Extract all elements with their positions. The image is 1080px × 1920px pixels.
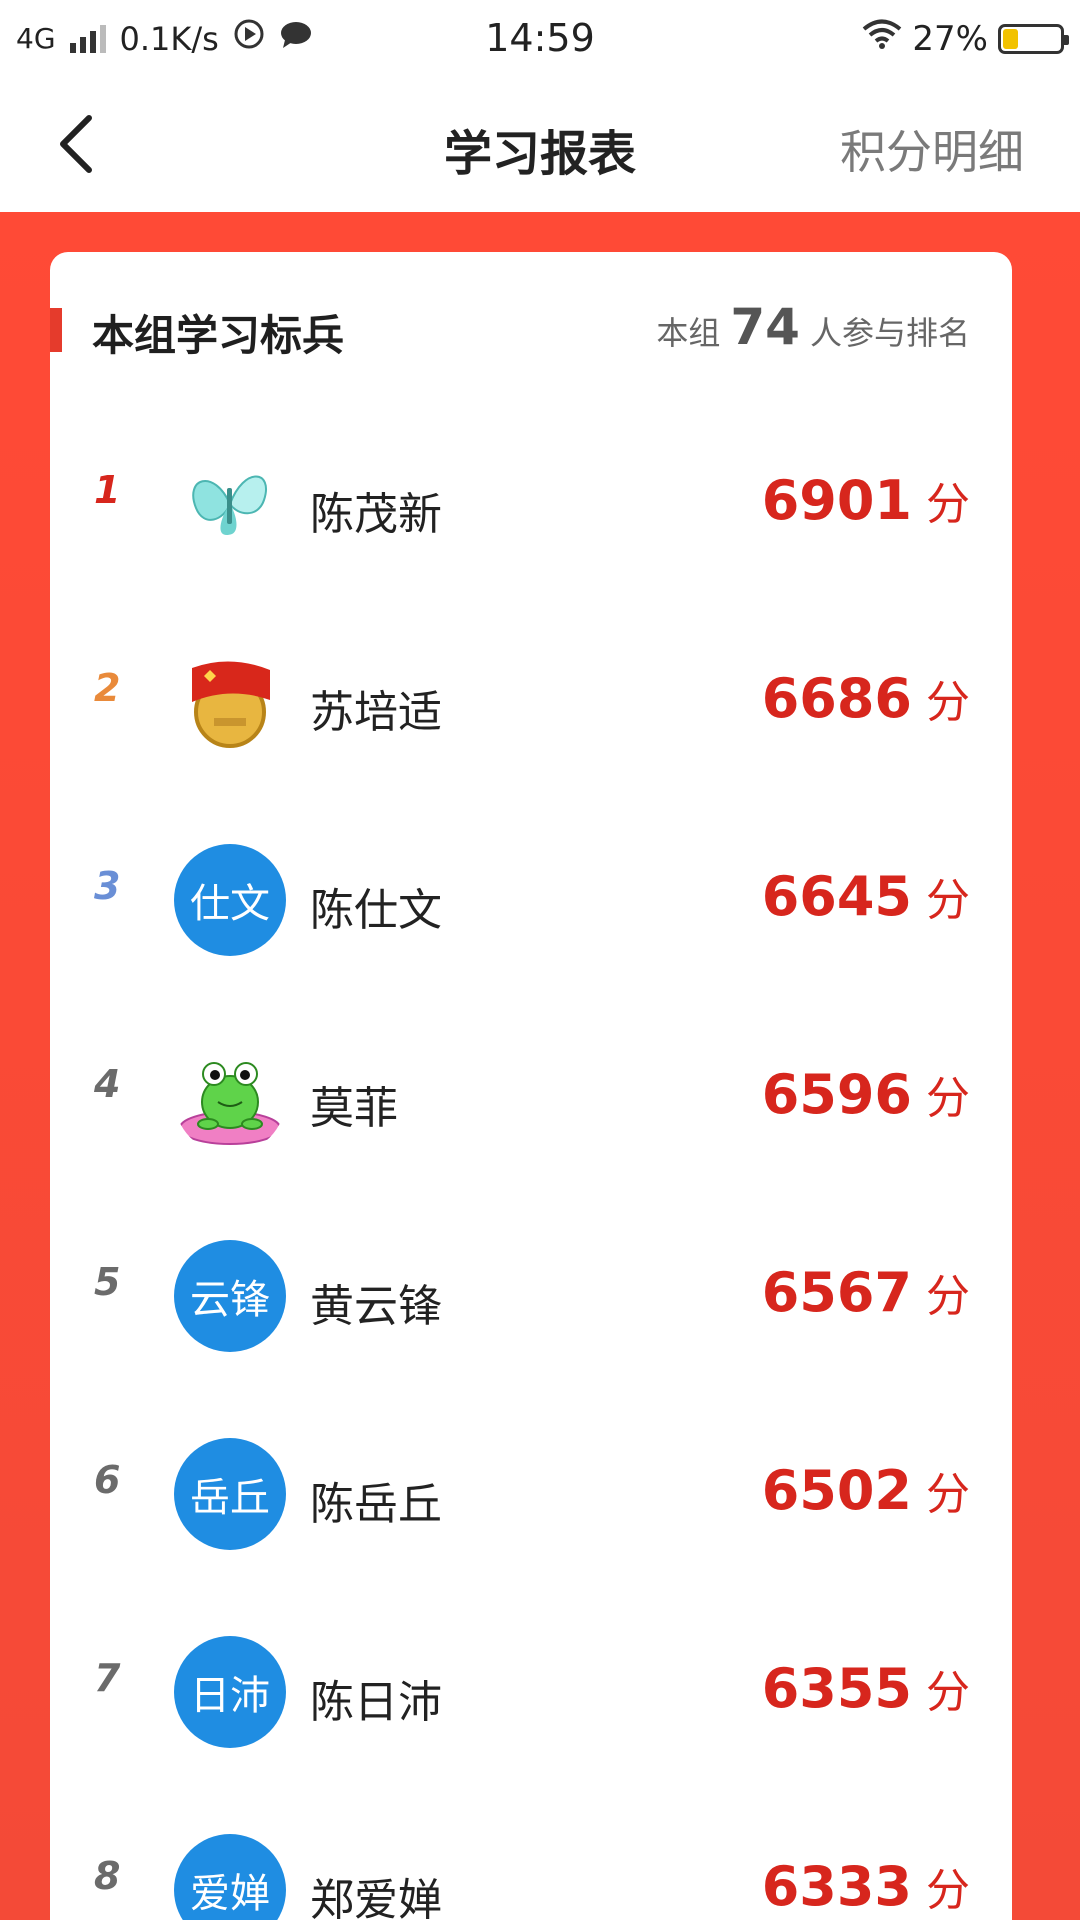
rank-number: 1 <box>94 468 121 512</box>
score: 6645 分 <box>762 864 970 928</box>
score-value: 6901 <box>761 469 912 532</box>
score: 6901 分 <box>762 468 970 532</box>
rank-number: 5 <box>94 1260 121 1304</box>
status-bar: 4G 0.1K/s 14:59 27% <box>0 0 1080 76</box>
member-name: 陈茂新 <box>310 489 442 540</box>
participants-prefix: 本组 <box>656 314 721 352</box>
member-name: 陈岳丘 <box>310 1479 442 1530</box>
butterfly-icon <box>174 448 286 560</box>
ranking-list: 1 陈茂新 6901 分 2 苏培适 6686 分 3 仕文 陈仕文 6645 … <box>50 412 1012 1920</box>
score-value: 6686 <box>761 667 912 730</box>
status-right: 27% <box>862 18 1069 59</box>
score-unit: 分 <box>926 875 970 926</box>
score: 6355 分 <box>762 1656 970 1720</box>
score-unit: 分 <box>926 479 970 530</box>
score-value: 6333 <box>761 1855 912 1918</box>
score-value: 6645 <box>761 865 912 928</box>
app-header: 学习报表 积分明细 <box>0 76 1080 212</box>
list-item[interactable]: 8 爱婵 郑爱婵 6333 分 <box>50 1798 1012 1920</box>
frog-icon <box>174 1042 286 1154</box>
rank-number: 3 <box>94 864 121 908</box>
score-unit: 分 <box>926 1271 970 1322</box>
list-item[interactable]: 3 仕文 陈仕文 6645 分 <box>50 808 1012 1006</box>
battery-level <box>1003 28 1019 49</box>
member-name: 陈日沛 <box>310 1677 442 1728</box>
avatar: 云锋 <box>174 1240 286 1352</box>
wifi-icon <box>862 18 902 59</box>
card-title: 本组学习标兵 <box>92 311 345 360</box>
ranking-card: 本组学习标兵 本组 74 人参与排名 1 陈茂新 6901 分 2 苏培适 66… <box>50 252 1012 1920</box>
battery-percent: 27% <box>912 18 988 59</box>
score: 6596 分 <box>762 1062 970 1126</box>
rank-number: 6 <box>94 1458 121 1502</box>
member-name: 莫菲 <box>310 1083 398 1134</box>
battery-icon <box>998 23 1069 54</box>
list-item[interactable]: 6 岳丘 陈岳丘 6502 分 <box>50 1402 1012 1600</box>
list-item[interactable]: 7 日沛 陈日沛 6355 分 <box>50 1600 1012 1798</box>
participants-suffix: 人参与排名 <box>809 314 970 352</box>
score: 6686 分 <box>762 666 970 730</box>
rank-number: 7 <box>94 1656 121 1700</box>
avatar: 岳丘 <box>174 1438 286 1550</box>
score: 6567 分 <box>762 1260 970 1324</box>
score-unit: 分 <box>926 677 970 728</box>
rank-number: 8 <box>94 1854 121 1898</box>
avatar: 日沛 <box>174 1636 286 1748</box>
score: 6502 分 <box>762 1458 970 1522</box>
score-value: 6596 <box>761 1063 912 1126</box>
member-name: 黄云锋 <box>310 1281 442 1332</box>
member-name: 陈仕文 <box>310 885 442 936</box>
list-item[interactable]: 5 云锋 黄云锋 6567 分 <box>50 1204 1012 1402</box>
avatar: 仕文 <box>174 844 286 956</box>
score: 6333 分 <box>762 1854 970 1918</box>
list-item[interactable]: 4 莫菲 6596 分 <box>50 1006 1012 1204</box>
score-unit: 分 <box>926 1667 970 1718</box>
list-item[interactable]: 1 陈茂新 6901 分 <box>50 412 1012 610</box>
score-value: 6502 <box>761 1459 912 1522</box>
score-value: 6567 <box>761 1261 912 1324</box>
list-item[interactable]: 2 苏培适 6686 分 <box>50 610 1012 808</box>
flag-badge-icon <box>174 646 286 758</box>
avatar: 爱婵 <box>174 1834 286 1920</box>
points-detail-link[interactable]: 积分明细 <box>840 116 1024 182</box>
rank-number: 2 <box>94 666 121 710</box>
score-value: 6355 <box>761 1657 912 1720</box>
member-name: 郑爱婵 <box>310 1875 442 1920</box>
score-unit: 分 <box>926 1469 970 1520</box>
participants-count: 74 <box>730 298 800 356</box>
member-name: 苏培适 <box>310 687 442 738</box>
score-unit: 分 <box>926 1865 970 1916</box>
title-accent-bar <box>50 308 62 352</box>
rank-number: 4 <box>94 1062 121 1106</box>
participants-summary: 本组 74 人参与排名 <box>656 298 970 356</box>
score-unit: 分 <box>926 1073 970 1124</box>
